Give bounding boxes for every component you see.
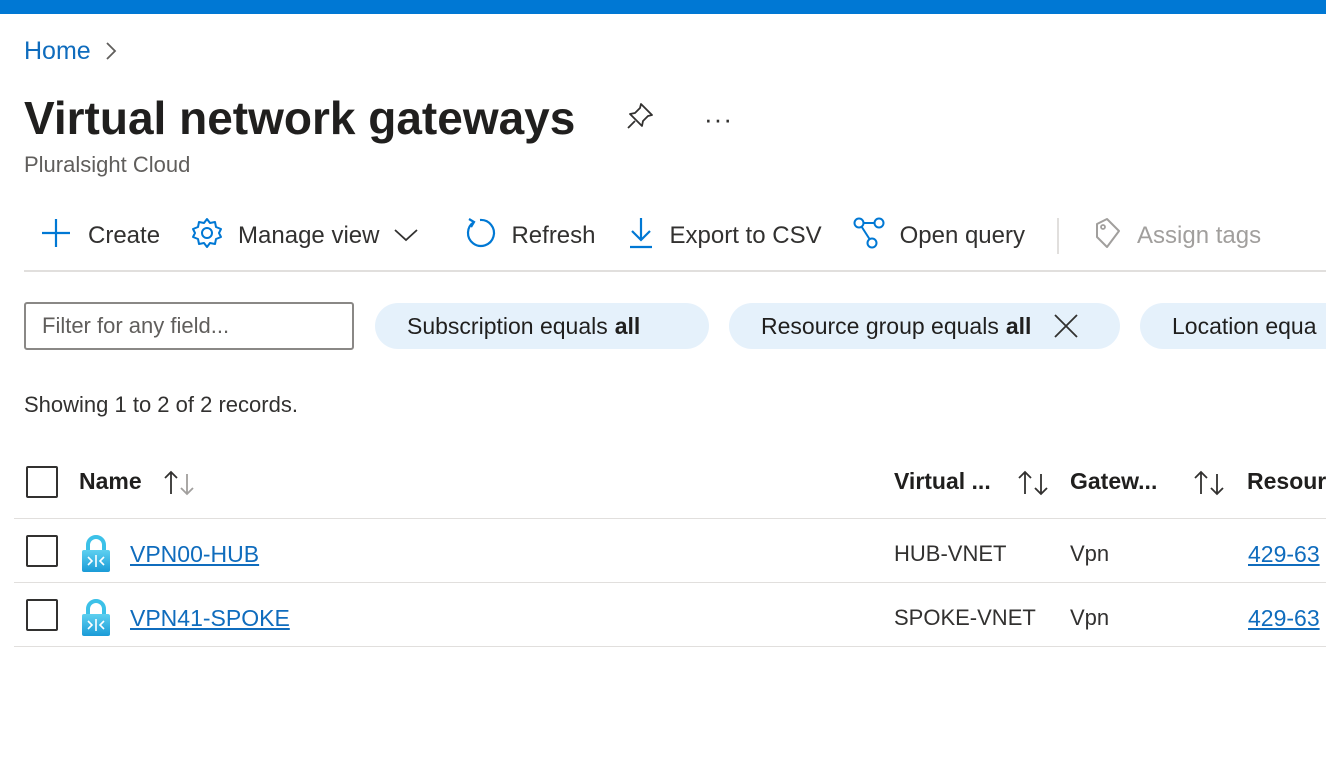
download-icon xyxy=(626,216,670,257)
open-query-label: Open query xyxy=(899,222,1025,249)
row-divider xyxy=(14,582,1326,583)
pill-label: Location equa xyxy=(1172,312,1317,339)
gear-icon xyxy=(190,216,238,257)
virtual-network-cell: HUB-VNET xyxy=(894,541,1007,566)
sort-icon[interactable] xyxy=(162,468,198,503)
chevron-right-icon xyxy=(105,41,117,61)
gateway-name-link[interactable]: VPN00-HUB xyxy=(130,541,259,568)
toolbar-divider xyxy=(1057,218,1059,254)
pill-value: all xyxy=(1005,312,1032,339)
query-graph-icon xyxy=(852,216,900,257)
refresh-icon xyxy=(463,216,511,257)
pin-icon[interactable] xyxy=(624,100,656,137)
vpn-gateway-icon xyxy=(80,535,112,578)
open-query-button[interactable]: Open query xyxy=(852,216,1025,257)
gateway-type-cell: Vpn xyxy=(1070,541,1110,566)
column-header-resource[interactable]: Resour xyxy=(1247,468,1326,495)
select-all-checkbox[interactable] xyxy=(26,466,58,498)
more-options-icon[interactable]: ··· xyxy=(704,106,733,132)
refresh-label: Refresh xyxy=(511,222,596,249)
vpn-gateway-icon xyxy=(80,599,112,642)
page-subtitle: Pluralsight Cloud xyxy=(24,152,191,177)
tag-icon xyxy=(1093,216,1137,257)
chevron-down-icon xyxy=(393,222,433,250)
page-title: Virtual network gateways xyxy=(24,92,576,144)
create-label: Create xyxy=(88,222,161,249)
breadcrumb-home-link[interactable]: Home xyxy=(24,37,91,66)
manage-view-label: Manage view xyxy=(238,222,380,249)
records-count: Showing 1 to 2 of 2 records. xyxy=(24,392,298,417)
refresh-button[interactable]: Refresh xyxy=(463,216,596,257)
resource-group-link[interactable]: 429-63 xyxy=(1248,541,1320,568)
header-divider xyxy=(14,518,1326,519)
location-filter-pill[interactable]: Location equa xyxy=(1140,303,1326,349)
filter-input[interactable] xyxy=(24,302,354,350)
column-header-name[interactable]: Name xyxy=(79,468,142,495)
toolbar-divider-line xyxy=(24,270,1326,272)
virtual-network-cell: SPOKE-VNET xyxy=(894,605,1036,630)
sort-icon[interactable] xyxy=(1016,468,1052,503)
command-bar: Create Manage view Refresh Export to CSV… xyxy=(24,210,1326,262)
row-checkbox[interactable] xyxy=(26,599,58,631)
assign-tags-button[interactable]: Assign tags xyxy=(1093,216,1261,257)
pill-label: Resource group equals xyxy=(761,312,999,339)
resource-group-link[interactable]: 429-63 xyxy=(1248,605,1320,632)
column-header-virtual-network[interactable]: Virtual ... xyxy=(894,468,991,495)
breadcrumb: Home xyxy=(24,36,117,66)
sort-icon[interactable] xyxy=(1192,468,1228,503)
export-csv-button[interactable]: Export to CSV xyxy=(626,216,822,257)
column-header-gateway-type[interactable]: Gatew... xyxy=(1070,468,1157,495)
pill-label: Subscription equals xyxy=(407,312,608,339)
title-actions: ··· xyxy=(624,100,733,137)
close-icon[interactable] xyxy=(1053,313,1079,339)
resource-group-filter-pill[interactable]: Resource group equals all xyxy=(729,303,1120,349)
export-csv-label: Export to CSV xyxy=(669,222,822,249)
manage-view-button[interactable]: Manage view xyxy=(190,216,433,257)
top-accent-bar xyxy=(0,0,1326,14)
create-button[interactable]: Create xyxy=(24,217,160,256)
assign-tags-label: Assign tags xyxy=(1137,222,1262,249)
subscription-filter-pill[interactable]: Subscription equals all xyxy=(375,303,709,349)
pill-value: all xyxy=(614,312,641,339)
row-checkbox[interactable] xyxy=(26,535,58,567)
plus-icon xyxy=(40,217,88,256)
gateway-type-cell: Vpn xyxy=(1070,605,1110,630)
row-divider xyxy=(14,646,1326,647)
gateway-name-link[interactable]: VPN41-SPOKE xyxy=(130,605,290,632)
